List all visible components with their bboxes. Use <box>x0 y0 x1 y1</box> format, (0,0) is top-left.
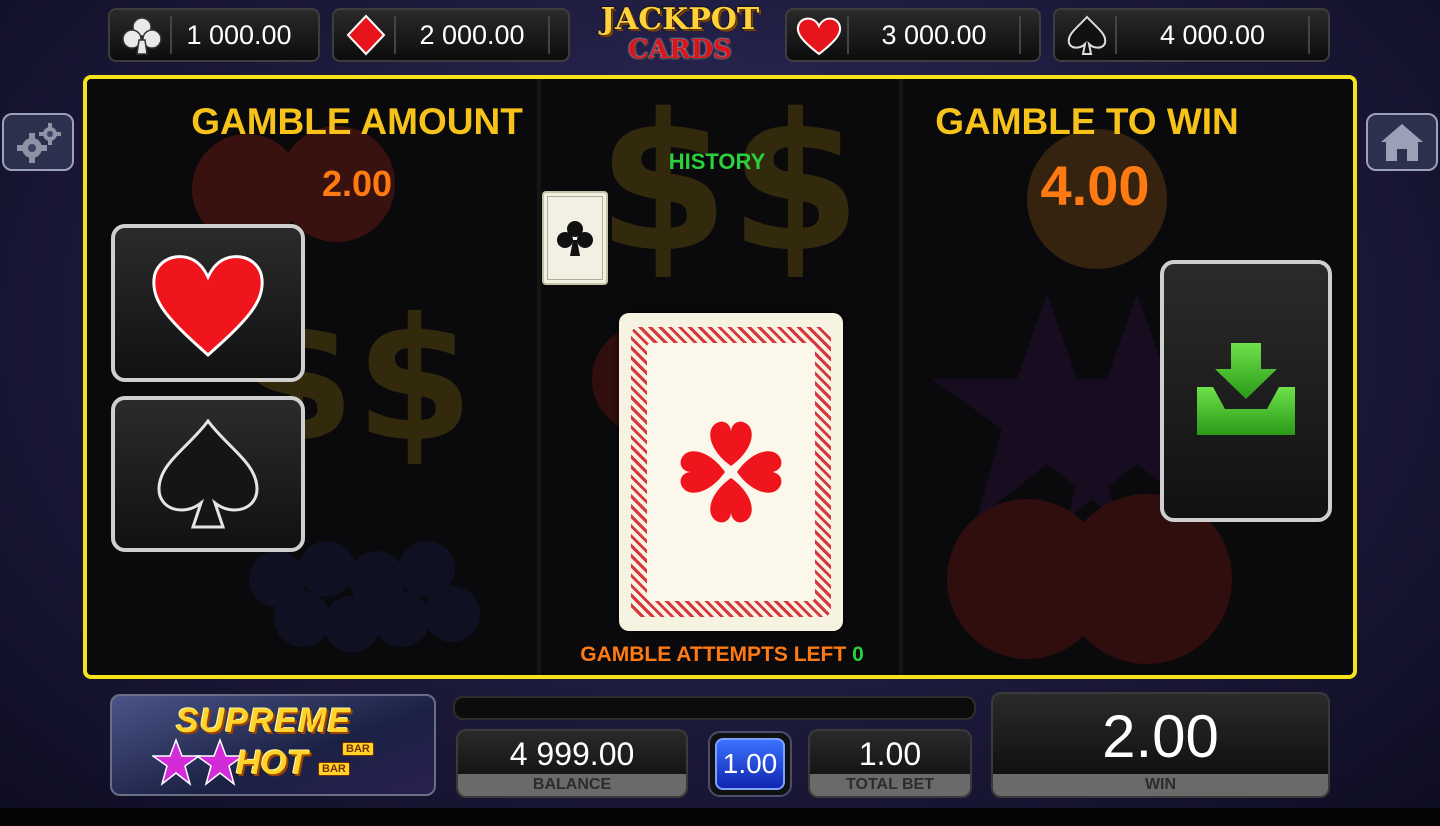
gamble-to-win-value: 4.00 <box>1040 154 1150 217</box>
gamble-card <box>619 313 843 631</box>
divider <box>548 16 550 54</box>
gear-icon <box>17 123 61 163</box>
svg-text:$$: $$ <box>597 79 861 294</box>
spade-icon <box>1067 15 1107 55</box>
history-card <box>542 191 608 285</box>
win-label: WIN <box>993 774 1328 796</box>
win-box: 2.00 WIN <box>991 692 1330 798</box>
gamble-panel: $$ $$ GAMBLE AMOUNT 2.00 HISTORY GAMBLE … <box>83 75 1357 679</box>
jackpot-spade: 4 000.00 <box>1053 8 1330 62</box>
gamble-attempts-value: 0 <box>852 643 864 666</box>
balance-label: BALANCE <box>458 774 686 796</box>
red-choice-button[interactable] <box>111 224 305 382</box>
bottom-strip <box>0 808 1440 826</box>
total-bet-box: 1.00 TOTAL BET <box>808 729 972 798</box>
total-bet-label: TOTAL BET <box>810 774 970 796</box>
history-label: HISTORY <box>668 149 766 174</box>
gamble-amount-value: 2.00 <box>321 163 393 204</box>
jackpot-heart: 3 000.00 <box>785 8 1041 62</box>
jackpot-heart-value: 3 000.00 <box>881 19 987 50</box>
divider <box>1019 16 1021 54</box>
home-button[interactable] <box>1366 113 1438 171</box>
settings-button[interactable] <box>2 113 74 171</box>
bet-value: 1.00 <box>715 738 785 790</box>
gamble-amount-label: GAMBLE AMOUNT <box>191 101 523 142</box>
gamble-attempts: GAMBLE ATTEMPTS LEFT 0 <box>557 643 887 667</box>
jackpot-diamond: 2 000.00 <box>332 8 570 62</box>
stars-icon <box>152 738 246 787</box>
divider <box>394 16 396 54</box>
gamble-to-win-label: GAMBLE TO WIN <box>935 101 1239 142</box>
message-bar <box>453 696 976 720</box>
card-back <box>647 343 815 601</box>
jackpot-spade-value: 4 000.00 <box>1159 19 1266 50</box>
bar-badge: BAR <box>342 742 374 756</box>
supreme-hot-logo: SUPREME HOT BAR BAR <box>110 694 436 796</box>
heart-icon <box>152 255 264 358</box>
balance-box: 4 999.00 BALANCE <box>456 729 688 798</box>
four-leaf-clover-icon <box>680 421 782 523</box>
jackpot-cards-logo: JACKPOT CARDS <box>600 4 760 68</box>
game-title-line2: HOT <box>236 744 308 782</box>
diamond-icon <box>346 14 386 56</box>
divider <box>847 16 849 54</box>
bet-button[interactable]: 1.00 <box>708 731 792 797</box>
spade-icon <box>157 418 259 529</box>
divider <box>1115 16 1117 54</box>
balance-value: 4 999.00 <box>509 735 635 772</box>
win-value: 2.00 <box>1102 702 1219 770</box>
collect-button[interactable] <box>1160 260 1332 522</box>
game-title-line1: SUPREME <box>176 702 352 740</box>
heart-icon <box>796 17 842 56</box>
logo-line1: JACKPOT <box>600 2 760 37</box>
gamble-attempts-label: GAMBLE ATTEMPTS LEFT <box>580 643 847 666</box>
divider <box>1308 16 1310 54</box>
bar-badge: BAR <box>318 762 350 776</box>
collect-inbox-icon <box>1197 343 1295 435</box>
home-icon <box>1381 124 1423 161</box>
jackpot-diamond-value: 2 000.00 <box>419 19 525 50</box>
logo-line2: CARDS <box>628 35 732 65</box>
club-icon <box>557 221 593 256</box>
total-bet-value: 1.00 <box>858 735 922 772</box>
jackpot-club: 1 000.00 <box>108 8 320 62</box>
black-choice-button[interactable] <box>111 396 305 552</box>
jackpot-club-value: 1 000.00 <box>186 19 292 50</box>
club-icon <box>122 17 162 55</box>
